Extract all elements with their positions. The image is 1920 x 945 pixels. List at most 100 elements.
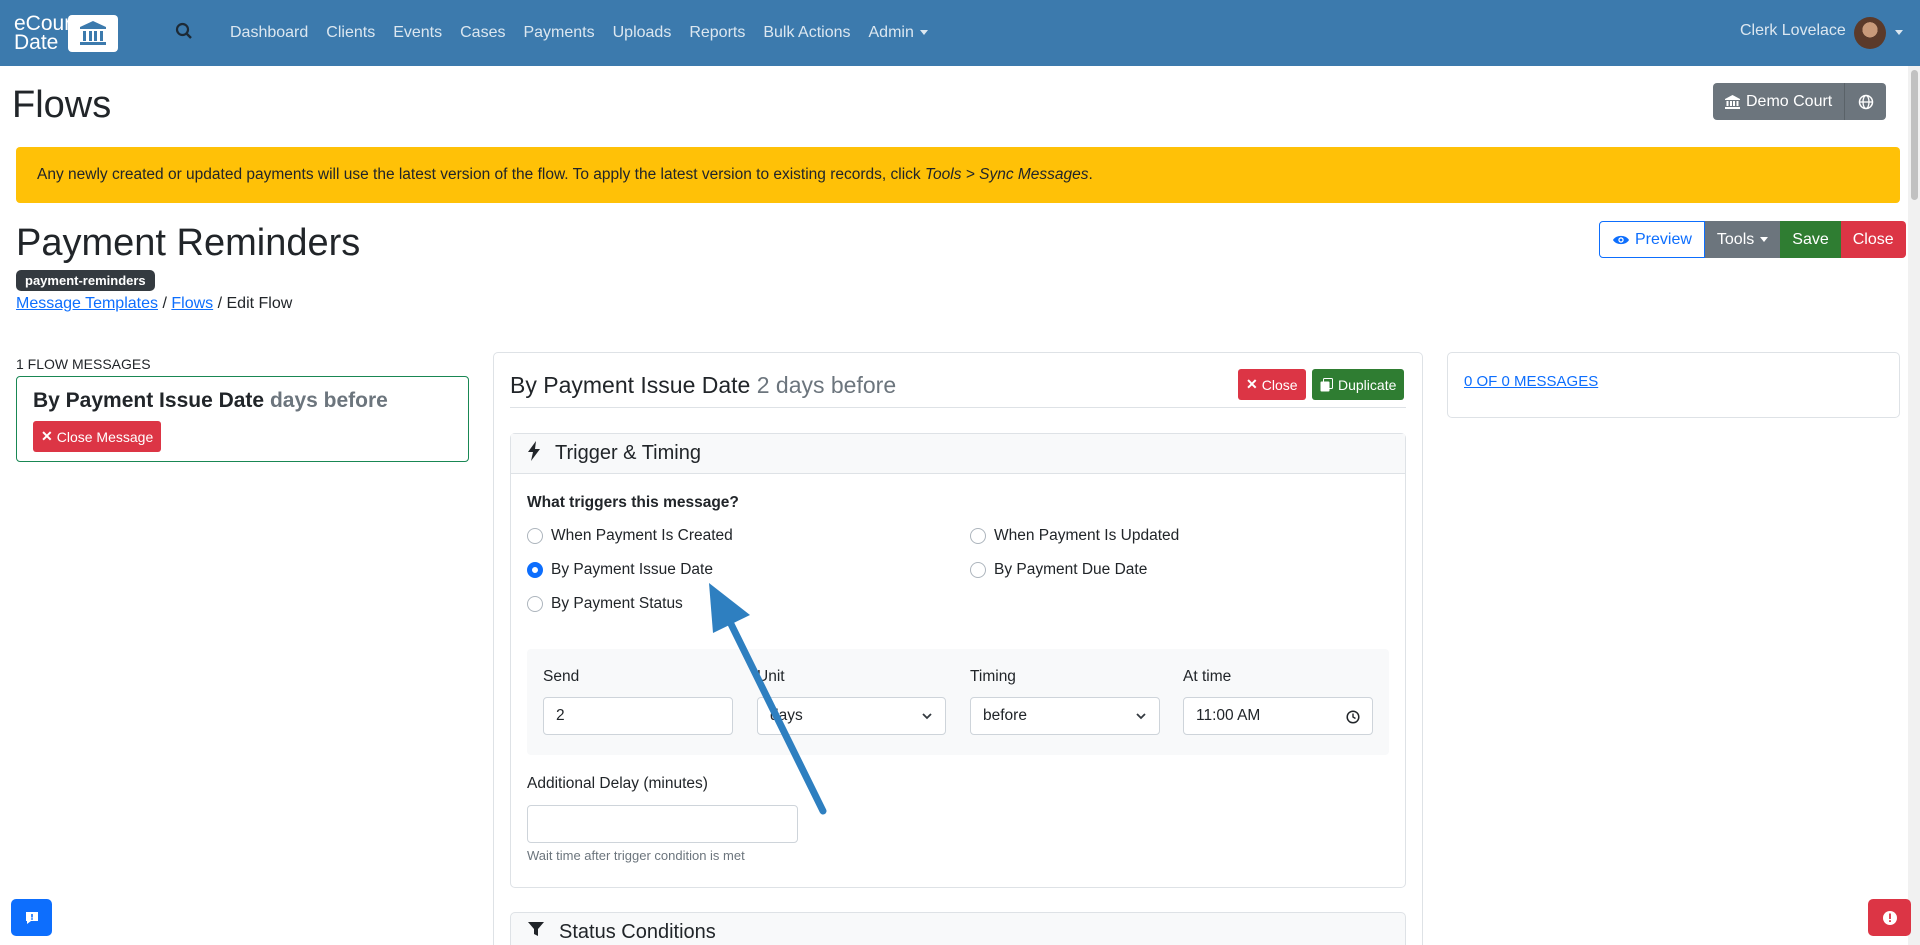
- radio-button[interactable]: [527, 528, 543, 544]
- flow-message-card[interactable]: By Payment Issue Date days before ✕ Clos…: [16, 376, 469, 462]
- save-button[interactable]: Save: [1780, 221, 1841, 258]
- chevron-down-icon: [1760, 237, 1769, 242]
- eye-icon: [1613, 235, 1629, 244]
- court-button[interactable]: Demo Court: [1713, 83, 1845, 120]
- status-conditions-header[interactable]: Status Conditions: [510, 912, 1406, 945]
- close-message-button[interactable]: ✕ Close Message: [33, 421, 162, 452]
- message-card-suffix: days before: [269, 389, 388, 412]
- alert-text: Any newly created or updated payments wi…: [37, 166, 1093, 184]
- nav-admin-label: Admin: [868, 24, 914, 41]
- flow-messages-count: 1 Flow Messages: [16, 356, 151, 372]
- radio-button[interactable]: [527, 596, 543, 612]
- message-card-title: By Payment Issue Date: [33, 389, 265, 412]
- radio-label: By Payment Status: [551, 595, 683, 612]
- chevron-down-icon: [922, 713, 932, 720]
- timing-select[interactable]: before: [970, 697, 1160, 735]
- at-time-input[interactable]: 11:00 AM: [1183, 697, 1373, 735]
- bolt-icon: [527, 441, 541, 466]
- timing-value: before: [983, 707, 1027, 724]
- tools-dropdown[interactable]: Tools: [1704, 221, 1781, 258]
- nav-admin-dropdown[interactable]: Admin: [869, 24, 928, 42]
- radio-button-selected[interactable]: [527, 562, 543, 578]
- language-button[interactable]: [1844, 83, 1887, 120]
- page-title: Flows: [12, 84, 112, 126]
- chevron-down-icon[interactable]: [1895, 30, 1903, 35]
- messages-summary-card: 0 of 0 Messages: [1447, 352, 1900, 418]
- avatar[interactable]: [1854, 17, 1886, 49]
- clock-icon[interactable]: [1346, 710, 1360, 724]
- nav-uploads[interactable]: Uploads: [613, 24, 672, 42]
- duplicate-label: Duplicate: [1338, 376, 1397, 393]
- radio-payment-updated[interactable]: When Payment Is Updated: [970, 527, 1179, 545]
- flow-slug-badge: payment-reminders: [16, 270, 155, 291]
- send-label: Send: [543, 668, 580, 685]
- feedback-button[interactable]: [11, 899, 52, 936]
- court-selector: Demo Court: [1713, 83, 1887, 120]
- flow-actions: Preview Tools Save Close: [1599, 221, 1906, 258]
- search-icon[interactable]: [175, 22, 195, 42]
- exclamation-icon: [1882, 910, 1897, 925]
- breadcrumb-message-templates[interactable]: Message Templates: [16, 295, 158, 312]
- at-time-label: At time: [1183, 668, 1232, 685]
- nav-clients[interactable]: Clients: [326, 24, 375, 42]
- delay-input[interactable]: [527, 805, 798, 843]
- breadcrumb: Message Templates / Flows / Edit Flow: [16, 295, 292, 313]
- close-button[interactable]: Close: [1840, 221, 1906, 258]
- nav-events[interactable]: Events: [393, 24, 442, 42]
- preview-button[interactable]: Preview: [1599, 221, 1705, 258]
- brand-logo[interactable]: eCourt Date: [14, 13, 118, 53]
- close-icon: ✕: [41, 428, 53, 444]
- radio-button[interactable]: [970, 562, 986, 578]
- radio-label: When Payment Is Created: [551, 527, 733, 544]
- trigger-timing-header[interactable]: Trigger & Timing: [511, 434, 1405, 474]
- editor-close-label: Close: [1261, 376, 1298, 393]
- alert-suffix: .: [1088, 166, 1093, 183]
- alert-emphasis: Tools > Sync Messages: [924, 166, 1089, 183]
- filter-icon: [527, 920, 545, 944]
- unit-label: Unit: [757, 668, 785, 685]
- radio-button[interactable]: [970, 528, 986, 544]
- send-value: 2: [556, 707, 565, 724]
- radio-payment-due-date[interactable]: By Payment Due Date: [970, 561, 1147, 579]
- globe-icon: [1858, 94, 1873, 109]
- status-conditions-title: Status Conditions: [559, 920, 716, 943]
- copy-icon: [1320, 377, 1333, 391]
- duplicate-button[interactable]: Duplicate: [1312, 369, 1405, 400]
- sync-info-alert: Any newly created or updated payments wi…: [16, 147, 1900, 203]
- radio-payment-status[interactable]: By Payment Status: [527, 595, 683, 613]
- editor-title: By Payment Issue Date: [510, 372, 751, 398]
- nav-dashboard[interactable]: Dashboard: [230, 24, 308, 42]
- timing-label: Timing: [970, 668, 1016, 685]
- court-button-label: Demo Court: [1746, 92, 1833, 110]
- courthouse-icon: [1725, 94, 1740, 109]
- nav-payments[interactable]: Payments: [523, 24, 594, 42]
- error-report-button[interactable]: [1868, 899, 1911, 936]
- nav-reports[interactable]: Reports: [689, 24, 745, 42]
- chat-icon: [25, 911, 38, 924]
- radio-label: By Payment Due Date: [994, 561, 1148, 578]
- breadcrumb-separator: /: [162, 295, 167, 312]
- radio-payment-issue-date[interactable]: By Payment Issue Date: [527, 561, 713, 579]
- chevron-down-icon: [919, 30, 928, 36]
- unit-select[interactable]: days: [757, 697, 946, 735]
- preview-label: Preview: [1635, 230, 1692, 248]
- breadcrumb-flows[interactable]: Flows: [171, 295, 213, 312]
- tools-label: Tools: [1716, 230, 1755, 248]
- close-message-label: Close Message: [56, 428, 154, 445]
- radio-payment-created[interactable]: When Payment Is Created: [527, 527, 733, 545]
- breadcrumb-separator: /: [217, 295, 223, 312]
- alert-body: Any newly created or updated payments wi…: [37, 166, 925, 183]
- delay-label: Additional Delay (minutes): [527, 775, 708, 792]
- editor-heading: By Payment Issue Date 2 days before: [510, 372, 896, 399]
- send-input[interactable]: 2: [543, 697, 733, 735]
- user-name[interactable]: Clerk Lovelace: [1740, 22, 1846, 40]
- nav-bulk-actions[interactable]: Bulk Actions: [763, 24, 850, 42]
- trigger-question: What triggers this message?: [527, 494, 739, 511]
- divider: [510, 407, 1406, 408]
- messages-link[interactable]: 0 of 0 Messages: [1464, 373, 1598, 390]
- editor-close-button[interactable]: ✕ Close: [1238, 369, 1306, 400]
- flow-title: Payment Reminders: [16, 222, 361, 264]
- nav-cases[interactable]: Cases: [460, 24, 505, 42]
- scrollbar-thumb[interactable]: [1911, 70, 1918, 200]
- top-navbar: eCourt Date Dashboard Clients Events Cas…: [0, 0, 1920, 66]
